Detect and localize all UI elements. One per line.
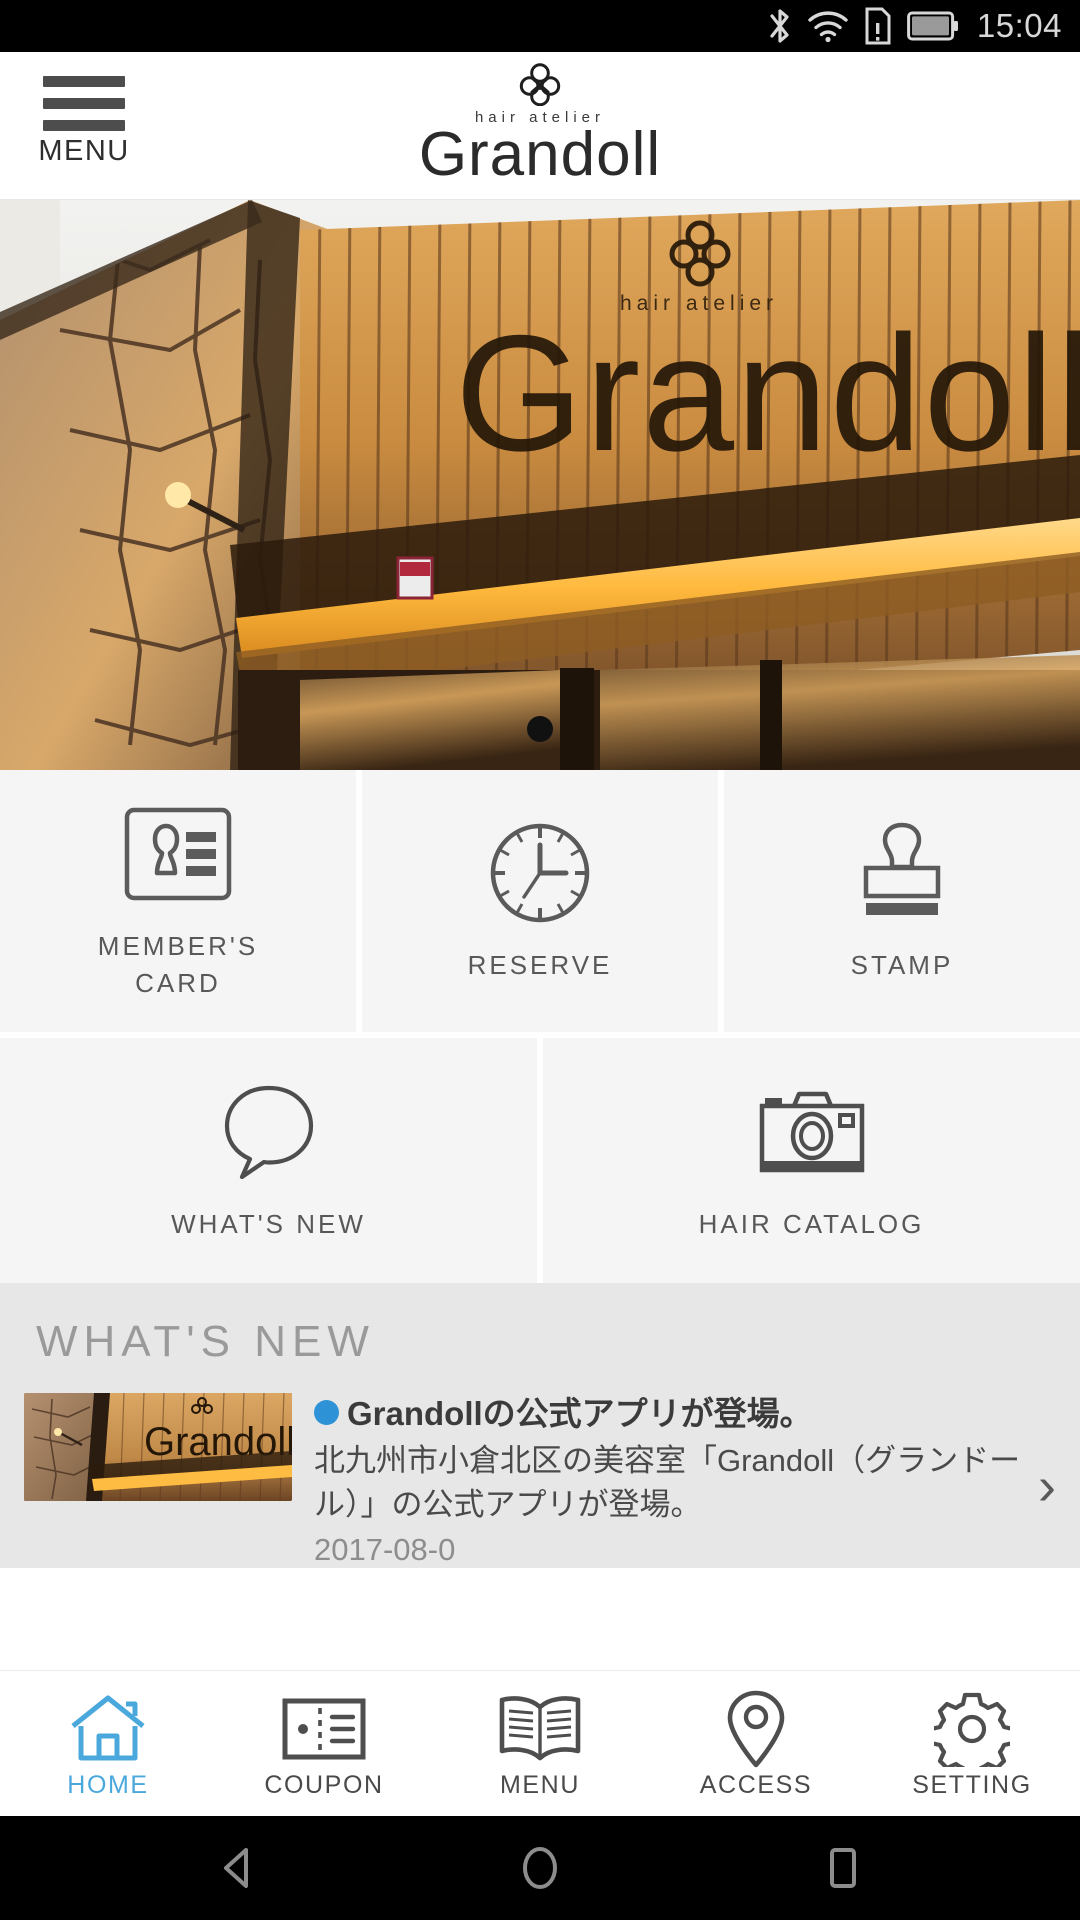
bottom-navigation: HOME COUPON MENU ACCESS SETTING xyxy=(0,1670,1080,1816)
quick-action-grid: MEMBER'S CARD RESERVE STAMP WHAT'S NEW H… xyxy=(0,770,1080,1283)
svg-text:Grandoll: Grandoll xyxy=(455,301,1080,485)
section-title: WHAT'S NEW xyxy=(36,1317,375,1366)
nav-label: MENU xyxy=(499,1771,580,1799)
status-time: 15:04 xyxy=(976,7,1062,44)
clover-flower-emblem xyxy=(517,62,563,111)
tile-row-1: MEMBER'S CARD RESERVE STAMP xyxy=(0,770,1080,1038)
whats-new-section: WHAT'S NEW Grandoll Grandollの公式アプリが登場。 北… xyxy=(0,1283,1080,1569)
speech-bubble-icon xyxy=(215,1078,323,1186)
nav-label: COUPON xyxy=(264,1771,384,1799)
brand-logo: hair atelier Grandoll xyxy=(0,62,1080,187)
status-bar: 15:04 xyxy=(0,0,1080,52)
tile-label: HAIR CATALOG xyxy=(698,1209,925,1240)
news-thumbnail: Grandoll xyxy=(24,1393,292,1501)
open-book-icon xyxy=(494,1693,586,1765)
tile-label: RESERVE xyxy=(467,949,613,980)
news-description: 北九州市小倉北区の美容室「Grandoll（グランドール）」の公式アプリが登場。 xyxy=(314,1443,1021,1522)
news-title: Grandollの公式アプリが登場。 xyxy=(314,1393,1026,1435)
nav-item-home[interactable]: HOME xyxy=(0,1671,216,1816)
sim-card-alert-icon xyxy=(863,7,893,45)
nav-item-coupon[interactable]: COUPON xyxy=(216,1671,432,1816)
back-button[interactable] xyxy=(212,1842,264,1894)
tile-reserve[interactable]: RESERVE xyxy=(362,770,724,1032)
house-icon xyxy=(69,1693,147,1765)
android-system-nav xyxy=(0,1816,1080,1920)
hero-image: hair atelier Grandoll xyxy=(0,200,1080,770)
news-list-item[interactable]: Grandoll Grandollの公式アプリが登場。 北九州市小倉北区の美容室… xyxy=(0,1393,1080,1568)
nav-item-access[interactable]: ACCESS xyxy=(648,1671,864,1816)
tile-row-2: WHAT'S NEW HAIR CATALOG xyxy=(0,1038,1080,1283)
wifi-icon xyxy=(807,9,849,43)
stamp-icon xyxy=(856,819,948,927)
map-pin-icon xyxy=(725,1690,787,1768)
home-button[interactable] xyxy=(514,1842,566,1894)
app-screen: 15:04 MENU hair atelier Grandoll hair at… xyxy=(0,0,1080,1920)
tile-label: WHAT'S NEW xyxy=(171,1209,366,1240)
tile-label: MEMBER'S CARD xyxy=(97,931,259,998)
tile-stamp[interactable]: STAMP xyxy=(724,770,1080,1032)
camera-icon xyxy=(756,1078,868,1186)
tile-whats-new[interactable]: WHAT'S NEW xyxy=(0,1038,543,1283)
member-card-icon xyxy=(124,800,232,908)
nav-item-menu[interactable]: MENU xyxy=(432,1671,648,1816)
nav-label: HOME xyxy=(67,1771,149,1799)
hero-carousel[interactable]: hair atelier Grandoll xyxy=(0,200,1080,770)
recents-button[interactable] xyxy=(816,1842,868,1894)
tile-members-card[interactable]: MEMBER'S CARD xyxy=(0,770,362,1032)
carousel-dot-0[interactable] xyxy=(527,716,553,742)
brand-wordmark: Grandoll xyxy=(418,120,662,189)
clock-icon xyxy=(488,819,592,927)
tile-hair-catalog[interactable]: HAIR CATALOG xyxy=(543,1038,1080,1283)
news-title-text: Grandollの公式アプリが登場。 xyxy=(347,1395,813,1432)
battery-icon xyxy=(907,11,959,41)
ticket-icon xyxy=(282,1693,366,1765)
gear-icon xyxy=(934,1692,1010,1767)
news-text: Grandollの公式アプリが登場。 北九州市小倉北区の美容室「Grandoll… xyxy=(292,1393,1066,1568)
nav-label: ACCESS xyxy=(699,1771,813,1799)
chevron-right-icon[interactable]: › xyxy=(1038,1459,1056,1513)
bluetooth-icon xyxy=(767,7,793,45)
news-date: 2017-08-0 xyxy=(314,1532,456,1568)
news-bullet-icon xyxy=(314,1400,339,1425)
app-header: MENU hair atelier Grandoll xyxy=(0,52,1080,200)
tile-label: STAMP xyxy=(850,949,954,980)
nav-label: SETTING xyxy=(912,1771,1032,1799)
nav-item-setting[interactable]: SETTING xyxy=(864,1671,1080,1816)
